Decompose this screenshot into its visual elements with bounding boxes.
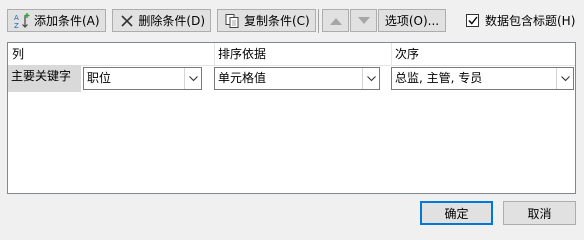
triangle-up-icon	[329, 14, 342, 28]
cancel-label: 取消	[527, 206, 552, 221]
order-select[interactable]: 总监, 主管, 专员	[391, 67, 574, 90]
header-row-checkbox[interactable]: 数据包含标题(H)	[466, 12, 575, 29]
add-sort-level-icon: A Z	[13, 12, 31, 30]
copy-level-button[interactable]: 复制条件(C)	[217, 9, 316, 32]
chevron-down-icon[interactable]	[184, 68, 201, 89]
delete-level-label: 删除条件(D)	[138, 14, 205, 28]
options-button[interactable]: 选项(O)...	[378, 9, 446, 32]
sort-level-row[interactable]: 主要关键字 职位 单元格值 总监, 主管, 专员	[8, 65, 575, 92]
ok-label: 确定	[444, 206, 469, 221]
chevron-down-icon[interactable]	[556, 68, 573, 89]
order-select-value: 总监, 主管, 专员	[395, 71, 483, 85]
toolbar: A Z 添加条件(A) 删除条件(D) 复制条件(C) 选项(O)... 数据包…	[0, 0, 584, 40]
header-column: 列	[12, 47, 25, 61]
grid-header: 列 排序依据 次序	[8, 43, 575, 66]
copy-level-label: 复制条件(C)	[244, 14, 310, 28]
svg-text:Z: Z	[14, 22, 19, 30]
options-label: 选项(O)...	[384, 14, 440, 28]
toolbar-separator	[318, 9, 319, 33]
svg-text:A: A	[14, 14, 19, 22]
chevron-down-icon[interactable]	[362, 68, 379, 89]
primary-key-label: 主要关键字	[8, 65, 81, 92]
header-sort-on: 排序依据	[218, 47, 267, 61]
add-level-label: 添加条件(A)	[34, 14, 100, 28]
add-level-button[interactable]: A Z 添加条件(A)	[7, 9, 106, 32]
header-order: 次序	[395, 47, 420, 61]
move-down-button[interactable]	[350, 9, 377, 32]
column-select[interactable]: 职位	[83, 67, 202, 90]
copy-icon	[223, 12, 241, 30]
header-row-checkbox-label: 数据包含标题(H)	[485, 14, 576, 28]
triangle-down-icon	[357, 14, 370, 28]
checkmark-icon	[467, 16, 478, 25]
column-select-value: 职位	[87, 71, 112, 85]
delete-x-icon	[118, 12, 135, 30]
cancel-button[interactable]: 取消	[503, 201, 576, 225]
sort-levels-grid: 列 排序依据 次序 主要关键字 职位 单元格值 总监, 主管, 专员	[7, 42, 576, 194]
sort-on-select[interactable]: 单元格值	[214, 67, 380, 90]
sort-on-select-value: 单元格值	[218, 71, 267, 85]
move-up-button[interactable]	[322, 9, 349, 32]
checkbox-box[interactable]	[466, 14, 479, 27]
delete-level-button[interactable]: 删除条件(D)	[112, 9, 211, 32]
ok-button[interactable]: 确定	[420, 201, 493, 225]
